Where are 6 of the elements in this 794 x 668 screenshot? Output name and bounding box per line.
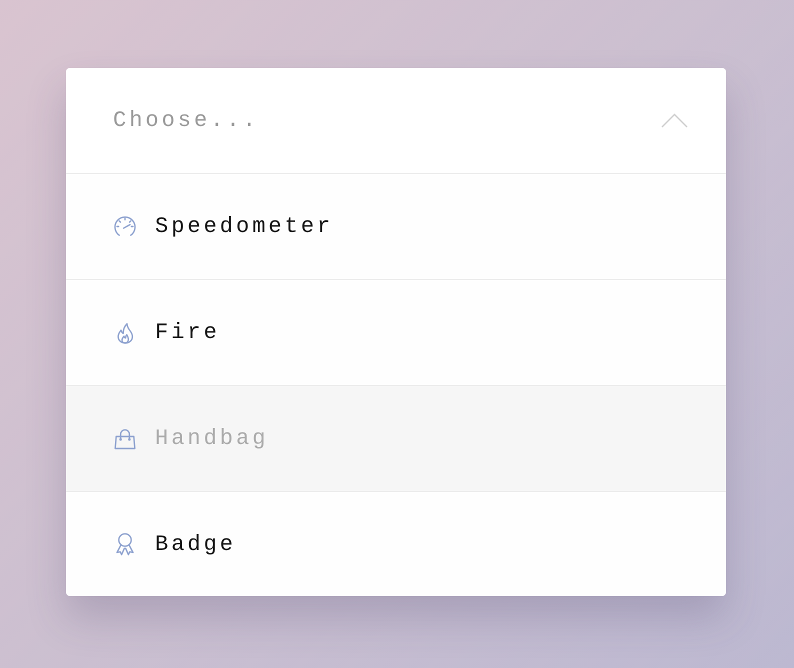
dropdown-option[interactable]: Badge bbox=[66, 492, 726, 596]
dropdown-option[interactable]: Speedometer bbox=[66, 174, 726, 280]
handbag-icon bbox=[113, 426, 137, 450]
dropdown-option[interactable]: Fire bbox=[66, 280, 726, 386]
dropdown-placeholder: Choose... bbox=[113, 108, 259, 133]
gauge-icon bbox=[113, 214, 137, 238]
